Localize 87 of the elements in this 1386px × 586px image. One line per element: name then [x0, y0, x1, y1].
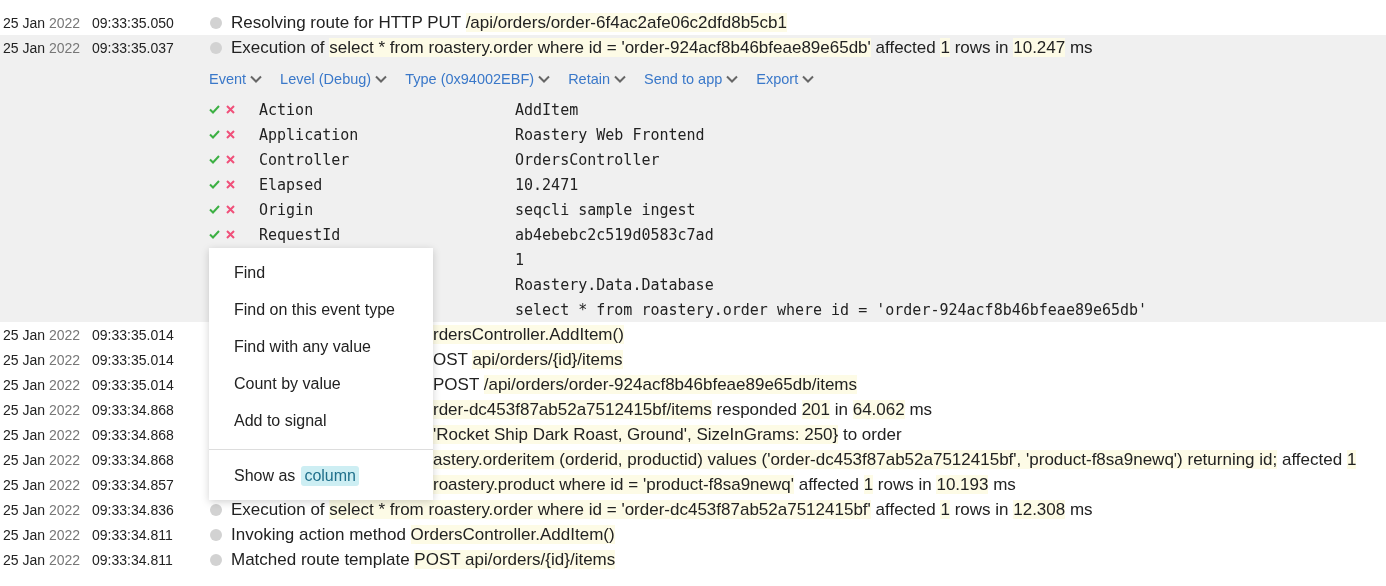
event-message: Invoking action method OrdersController.AddItem() — [231, 524, 615, 545]
property-value: select * from roastery.order where id = 'order-924acf8b46bfeae89e65db' — [515, 300, 1148, 319]
menu-dropdown-link[interactable]: Export — [756, 71, 815, 87]
level-dot — [210, 528, 222, 541]
property-value: 10.2471 — [515, 175, 579, 194]
event-message: POST /api/orders/order-924acf8b46bfeae89e65db/items — [433, 374, 857, 395]
menu-dropdown-link[interactable]: Level (Debug) — [280, 71, 388, 87]
property-value: Roastery.Data.Database — [515, 275, 714, 294]
event-date: 25 Jan 2022 — [2, 401, 82, 418]
property-name[interactable]: Controller — [259, 150, 515, 169]
cross-icon[interactable] — [226, 155, 235, 164]
cross-icon[interactable] — [226, 130, 235, 139]
event-time: 09:33:34.836 — [92, 501, 175, 518]
event-message: Execution of select * from roastery.order where id = 'order-dc453f87ab52a7512415bf' affected 1 rows in 12.308 ms — [231, 499, 1093, 520]
property-name[interactable]: RequestId — [259, 225, 515, 244]
level-dot — [210, 41, 222, 54]
property-name[interactable]: Elapsed — [259, 175, 515, 194]
chevron-down-icon — [250, 75, 263, 83]
event-message: Execution of select * from roastery.order where id = 'order-924acf8b46bfeae89e65db' affected 1 rows in 10.247 ms — [231, 37, 1093, 58]
event-date: 25 Jan 2022 — [2, 526, 82, 543]
event-message: Resolving route for HTTP PUT /api/orders/order-6f4ac2afe06c2dfd8b5cb1 — [231, 12, 787, 33]
event-time: 09:33:34.857 — [92, 476, 175, 493]
event-time: 09:33:34.811 — [92, 551, 174, 568]
event-date: 25 Jan 2022 — [2, 39, 82, 56]
cross-icon[interactable] — [226, 105, 235, 114]
event-time: 09:33:35.014 — [92, 326, 175, 343]
event-message: OST api/orders/{id}/items — [433, 349, 623, 370]
menu-item[interactable]: Find — [209, 254, 433, 291]
menu-item[interactable]: Find with any value — [209, 328, 433, 365]
menu-dropdown-link[interactable]: Send to app — [644, 71, 739, 87]
property-name[interactable]: Action — [259, 100, 515, 119]
event-message: roastery.product where id = 'product-f8sa9newq' affected 1 rows in 10.193 ms — [433, 474, 1016, 495]
event-time: 09:33:34.868 — [92, 451, 175, 468]
menu-item-label: Show as — [234, 467, 296, 485]
event-date: 25 Jan 2022 — [2, 351, 82, 368]
menu-item[interactable]: Add to signal — [209, 402, 433, 439]
event-time: 09:33:35.014 — [92, 376, 175, 393]
event-time: 09:33:35.050 — [92, 14, 175, 31]
event-date: 25 Jan 2022 — [2, 451, 82, 468]
check-icon[interactable] — [209, 230, 220, 239]
check-icon[interactable] — [209, 205, 220, 214]
event-date: 25 Jan 2022 — [2, 476, 82, 493]
event-message: rdersController.AddItem() — [433, 324, 624, 345]
event-message: Matched route template POST api/orders/{id}/items — [231, 549, 616, 570]
check-icon[interactable] — [209, 180, 220, 189]
check-icon[interactable] — [209, 130, 220, 139]
event-message: rder-dc453f87ab52a7512415bf/items responded 201 in 64.062 ms — [433, 399, 933, 420]
cross-icon[interactable] — [226, 180, 235, 189]
event-time: 09:33:35.014 — [92, 351, 175, 368]
event-time: 09:33:34.868 — [92, 401, 175, 418]
event-message: 'Rocket Ship Dark Roast, Ground', SizeInGrams: 250} to order — [433, 424, 902, 445]
cross-icon[interactable] — [226, 230, 235, 239]
column-option[interactable]: column — [301, 466, 359, 486]
event-date: 25 Jan 2022 — [2, 551, 82, 568]
menu-item[interactable]: Count by value — [209, 365, 433, 402]
cross-icon[interactable] — [226, 205, 235, 214]
property-value: seqcli sample ingest — [515, 200, 696, 219]
property-value: Roastery Web Frontend — [515, 125, 705, 144]
property-name[interactable]: Origin — [259, 200, 515, 219]
property-value: OrdersController — [515, 150, 660, 169]
property-name[interactable]: Application — [259, 125, 515, 144]
level-dot — [210, 503, 222, 516]
property-value: ab4ebebc2c519d0583c7ad — [515, 225, 714, 244]
menu-item[interactable]: Find on this event type — [209, 291, 433, 328]
event-time: 09:33:35.037 — [92, 39, 175, 56]
event-message: astery.orderitem (orderid, productid) values ('order-dc453f87ab52a7512415bf', 'product-f8sa9newq') returning id; affected 1 — [433, 449, 1357, 470]
event-date: 25 Jan 2022 — [2, 501, 82, 518]
menu-dropdown-link[interactable]: Retain — [568, 71, 627, 87]
event-date: 25 Jan 2022 — [2, 426, 82, 443]
event-date: 25 Jan 2022 — [2, 14, 82, 31]
property-value: AddItem — [515, 100, 579, 119]
chevron-down-icon — [614, 75, 627, 83]
chevron-down-icon — [726, 75, 739, 83]
check-icon[interactable] — [209, 155, 220, 164]
event-date: 25 Jan 2022 — [2, 326, 82, 343]
level-dot — [210, 553, 222, 566]
event-time: 09:33:34.811 — [92, 526, 174, 543]
event-time: 09:33:34.868 — [92, 426, 175, 443]
property-value: 1 — [515, 250, 525, 269]
chevron-down-icon — [802, 75, 815, 83]
event-date: 25 Jan 2022 — [2, 376, 82, 393]
chevron-down-icon — [375, 75, 388, 83]
menu-dropdown-link[interactable]: Type (0x94002EBF) — [405, 71, 551, 87]
menu-dropdown-link[interactable]: Event — [209, 71, 263, 87]
check-icon[interactable] — [209, 105, 220, 114]
level-dot — [210, 16, 222, 29]
chevron-down-icon — [538, 75, 551, 83]
